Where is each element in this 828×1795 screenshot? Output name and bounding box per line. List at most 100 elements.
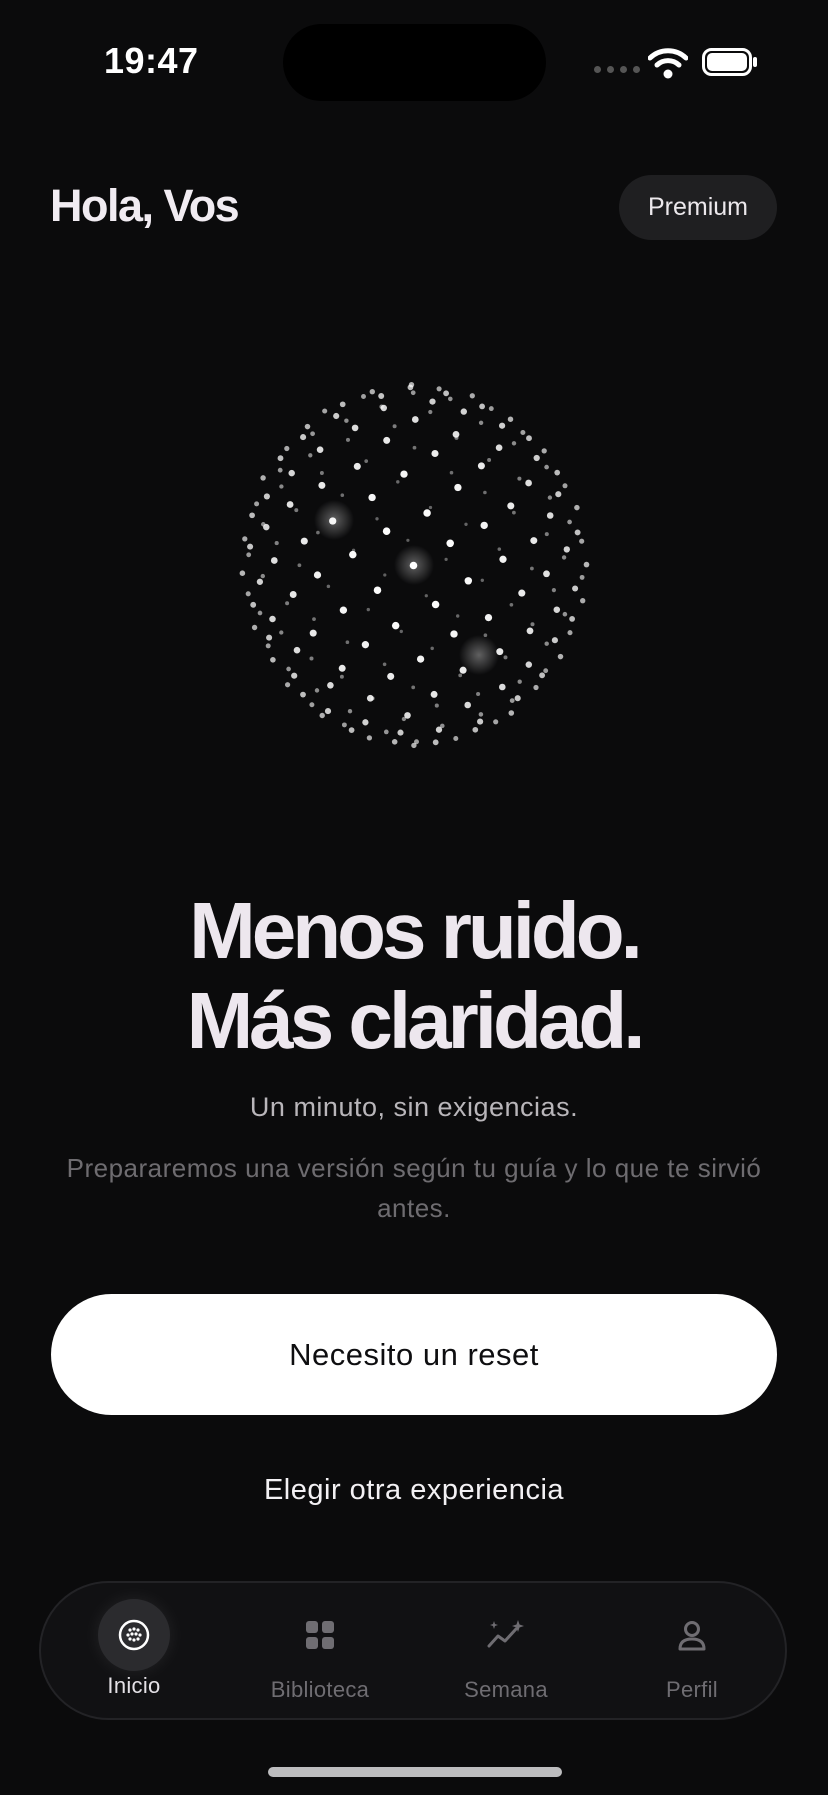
orb-particle xyxy=(349,550,357,559)
orb-particle xyxy=(274,541,279,546)
headline: Menos ruido. Más claridad. xyxy=(0,886,828,1066)
orb-particle xyxy=(526,435,532,442)
reset-button[interactable]: Necesito un reset xyxy=(51,1294,777,1415)
orb-particle xyxy=(378,393,385,399)
orb-particle xyxy=(411,685,416,690)
orb-particle xyxy=(383,436,391,444)
orb-particle xyxy=(477,718,484,725)
orb-particle xyxy=(499,555,507,563)
orb-particle xyxy=(454,483,462,492)
orb-particle xyxy=(530,622,535,627)
orb-particle xyxy=(424,594,428,598)
tab-label: Biblioteca xyxy=(270,1677,370,1702)
orb-particle xyxy=(286,666,291,672)
orb-particle xyxy=(326,584,331,589)
orb-particle xyxy=(428,409,433,415)
orb-particle xyxy=(544,464,549,470)
orb-particle xyxy=(344,418,349,423)
orb-particle xyxy=(430,646,434,651)
orb-particle xyxy=(319,471,324,475)
orb-particle xyxy=(453,735,459,742)
orb-particle xyxy=(569,616,575,622)
orb-particle xyxy=(562,611,568,617)
orb-particle xyxy=(397,729,404,736)
orb-particle xyxy=(322,408,328,414)
orb-particle xyxy=(382,662,387,667)
orb-particle xyxy=(279,484,284,489)
orb-particle xyxy=(452,430,460,438)
orb-particle xyxy=(580,598,586,604)
orb-particle xyxy=(353,462,361,470)
orb-particle xyxy=(406,538,410,542)
orb-particle xyxy=(277,467,283,473)
orb-particle xyxy=(458,673,463,678)
orb-particle xyxy=(414,739,419,745)
orb-particle xyxy=(313,571,322,579)
orb-glow xyxy=(394,545,434,585)
orb-particle xyxy=(579,538,585,544)
orb-particle xyxy=(563,546,570,553)
orb-particle xyxy=(309,629,317,637)
description: Prepararemos una versión según tu guía y… xyxy=(66,1153,762,1223)
premium-button[interactable]: Premium xyxy=(619,175,777,240)
orb-particle xyxy=(266,634,273,641)
orb-particle xyxy=(460,408,467,415)
orb-particle xyxy=(257,610,263,616)
orb-particle xyxy=(260,573,265,579)
orb-particle xyxy=(567,519,572,525)
orb-particle xyxy=(308,453,313,458)
orb-particle xyxy=(416,655,425,663)
tab-inicio[interactable]: Inicio xyxy=(41,1583,227,1718)
orb-particle xyxy=(526,627,534,635)
orb-particle xyxy=(562,483,568,489)
orb-particle xyxy=(362,719,369,726)
orb-particle xyxy=(517,476,522,481)
orb-particle xyxy=(544,532,549,537)
orb-particle xyxy=(379,404,384,409)
orb-particle xyxy=(250,601,257,608)
orb-particle xyxy=(511,441,517,446)
orb-particle xyxy=(498,683,506,691)
orb-particle xyxy=(456,614,460,618)
orb-particle xyxy=(309,702,315,708)
orb-particle xyxy=(265,643,271,649)
orb-particle xyxy=(574,529,581,536)
orb-particle xyxy=(464,701,471,709)
orb-particle xyxy=(383,729,389,735)
orb-particle xyxy=(339,606,348,614)
orb-particle xyxy=(408,382,415,388)
orb-particle xyxy=(340,493,345,497)
orb-particle xyxy=(488,406,494,412)
orb-particle xyxy=(429,398,436,405)
orb-particle xyxy=(300,691,306,698)
orb-particle xyxy=(347,708,353,714)
orb-particle xyxy=(533,684,539,691)
tab-semana[interactable]: Semana xyxy=(413,1583,599,1718)
orb-particle xyxy=(472,726,479,733)
orb-particle xyxy=(497,547,502,551)
tab-perfil[interactable]: Perfil xyxy=(599,1583,785,1718)
orb-particle xyxy=(339,401,346,408)
orb-particle xyxy=(555,491,562,498)
orb-particle xyxy=(314,688,320,693)
orb-particle xyxy=(392,424,397,429)
orb-particle xyxy=(541,448,547,454)
orb-particle xyxy=(338,664,346,672)
orb-particle xyxy=(430,690,438,698)
orb-particle xyxy=(411,416,419,423)
orb-particle xyxy=(400,470,408,478)
orb-particle xyxy=(364,459,369,463)
choose-other-experience-link[interactable]: Elegir otra experiencia xyxy=(0,1474,828,1507)
orb-particle xyxy=(291,672,298,679)
orb-particle xyxy=(507,416,514,422)
orb-particle xyxy=(270,557,278,564)
tab-biblioteca[interactable]: Biblioteca xyxy=(227,1583,413,1718)
orb-particle xyxy=(508,710,515,716)
orb-particle xyxy=(476,691,481,697)
orb-particle xyxy=(319,712,325,719)
orb-particle xyxy=(297,563,302,568)
tab-label: Semana xyxy=(464,1677,548,1702)
orb-particle xyxy=(383,573,387,577)
orb-particle xyxy=(270,656,276,663)
orb-particle xyxy=(341,722,347,728)
